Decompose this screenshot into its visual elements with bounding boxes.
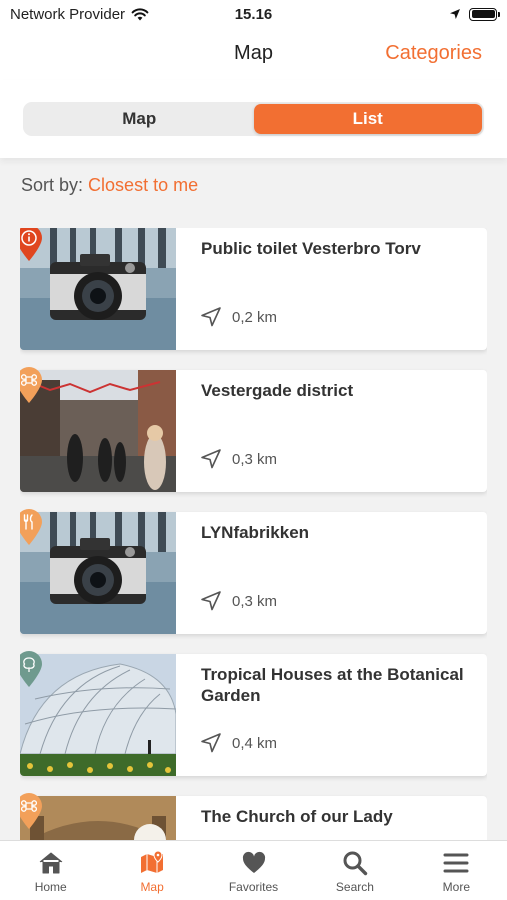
tab-bar: Home Map Favorites Search More: [0, 840, 507, 900]
place-title: Vestergade district: [201, 381, 354, 400]
place-card[interactable]: Vestergade district 0,3 km: [20, 367, 487, 492]
fork-knife-icon: [20, 509, 42, 545]
categories-button[interactable]: Categories: [385, 42, 482, 65]
place-title: The Church of our Lady: [201, 807, 393, 826]
place-info: Vestergade district 0,3 km: [176, 370, 487, 492]
place-title: LYNfabrikken: [201, 523, 310, 542]
home-icon: [39, 852, 63, 874]
menu-icon: [443, 853, 469, 873]
place-distance: 0,3 km: [200, 448, 277, 470]
sort-label: Sort by:: [21, 175, 84, 195]
place-distance: 0,3 km: [200, 590, 277, 612]
command-icon: [20, 367, 42, 403]
heart-icon: [242, 851, 265, 873]
carrier-group: Network Provider: [10, 6, 149, 23]
places-list[interactable]: Public toilet Vesterbro Torv 0,2 km Vest…: [20, 228, 487, 840]
distance-text: 0,2 km: [232, 308, 278, 326]
command-icon: [20, 793, 42, 829]
map-icon: [141, 850, 164, 873]
place-distance: 0,2 km: [200, 306, 277, 328]
tab-search[interactable]: Search: [304, 841, 405, 900]
tab-label: Search: [335, 880, 374, 894]
navigation-bar: Map Categories: [0, 28, 507, 80]
place-info: The Church of our Lady: [176, 796, 487, 840]
tab-label: More: [442, 880, 470, 894]
distance-text: 0,3 km: [232, 450, 278, 468]
status-indicators: [449, 7, 500, 21]
place-card[interactable]: The Church of our Lady: [20, 793, 487, 840]
view-mode-segmented-control: Map List: [23, 102, 484, 136]
place-card[interactable]: Public toilet Vesterbro Torv 0,2 km: [20, 228, 487, 350]
info-icon: [20, 228, 42, 261]
battery-icon: [469, 7, 500, 21]
tab-label: Home: [34, 880, 67, 894]
place-info: LYNfabrikken 0,3 km: [176, 512, 487, 634]
sort-option-button[interactable]: Closest to me: [88, 175, 198, 195]
navigation-arrow-icon: [201, 591, 221, 611]
distance-text: 0,3 km: [232, 592, 278, 610]
status-bar: Network Provider 15.16: [0, 0, 507, 28]
tab-label: Favorites: [228, 880, 279, 894]
tree-icon: [20, 651, 42, 687]
tab-label: Map: [140, 880, 164, 894]
wifi-icon: [131, 8, 149, 21]
tab-map[interactable]: Map: [101, 841, 202, 900]
place-card[interactable]: Tropical Houses at the Botanical Garden …: [20, 651, 487, 776]
navigation-arrow-icon: [201, 307, 221, 327]
segment-container: Map List: [0, 80, 507, 158]
place-card[interactable]: LYNfabrikken 0,3 km: [20, 509, 487, 634]
segment-map[interactable]: Map: [25, 104, 254, 134]
segment-list[interactable]: List: [253, 104, 482, 134]
carrier-name: Network Provider: [10, 5, 126, 23]
tab-home[interactable]: Home: [0, 841, 101, 900]
sort-row: Sort by: Closest to me: [21, 175, 198, 196]
place-distance: 0,4 km: [200, 732, 277, 754]
navigation-arrow-icon: [201, 449, 221, 469]
distance-text: 0,4 km: [232, 734, 278, 752]
place-info: Public toilet Vesterbro Torv 0,2 km: [176, 228, 487, 350]
tab-more[interactable]: More: [406, 841, 507, 900]
tab-favorites[interactable]: Favorites: [203, 841, 304, 900]
place-title: Public toilet Vesterbro Torv: [201, 239, 421, 258]
place-title: Tropical Houses at the Botanical Garden: [201, 665, 464, 705]
place-info: Tropical Houses at the Botanical Garden …: [176, 654, 487, 776]
navigation-arrow-icon: [201, 733, 221, 753]
location-arrow-icon: [450, 9, 460, 19]
search-icon: [343, 851, 368, 876]
